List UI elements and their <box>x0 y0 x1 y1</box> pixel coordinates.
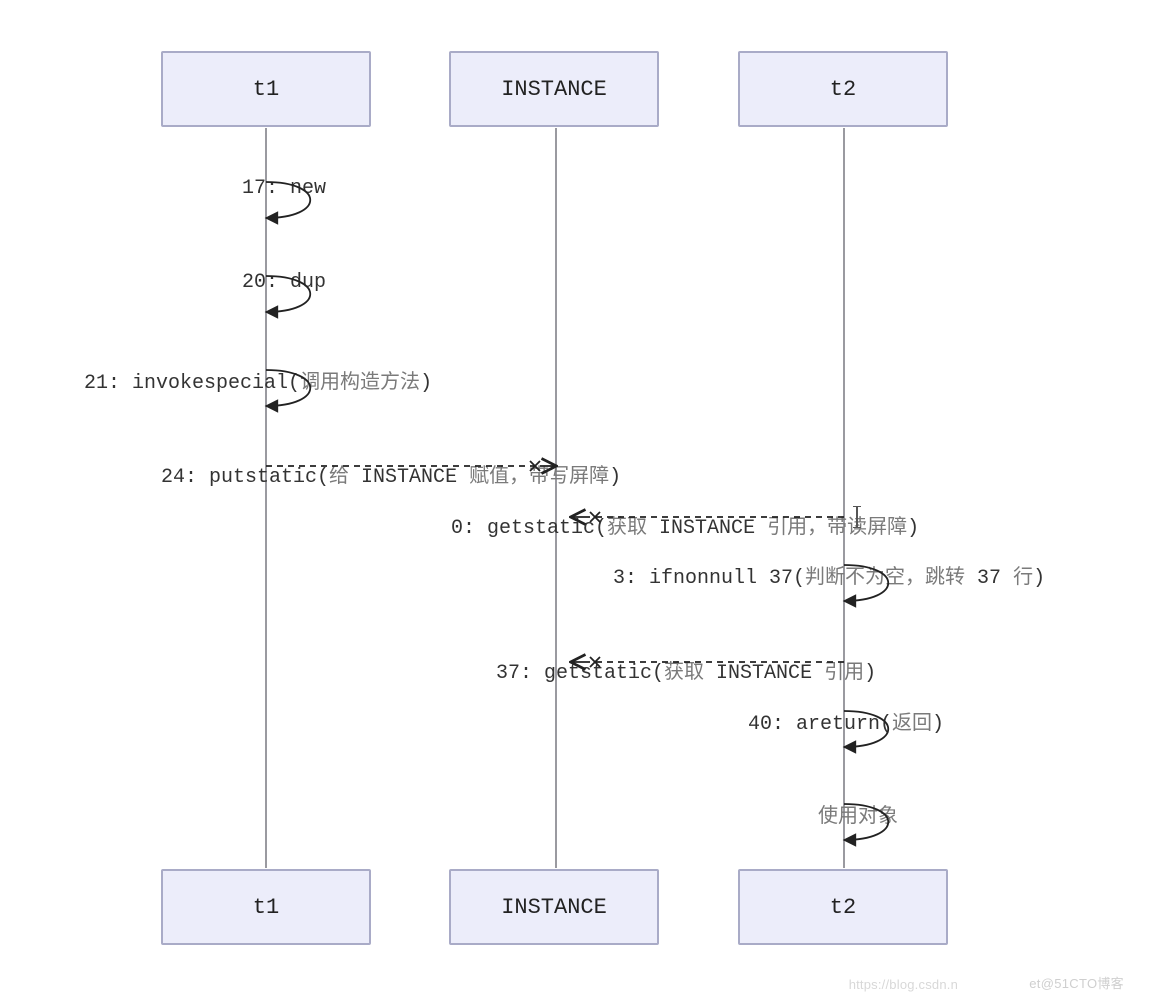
watermark-left: https://blog.csdn.n <box>849 977 958 992</box>
arrows-overlay <box>0 0 1158 1006</box>
watermark-right: et@51CTO博客 <box>1029 973 1124 992</box>
text-cursor-icon <box>853 506 861 528</box>
